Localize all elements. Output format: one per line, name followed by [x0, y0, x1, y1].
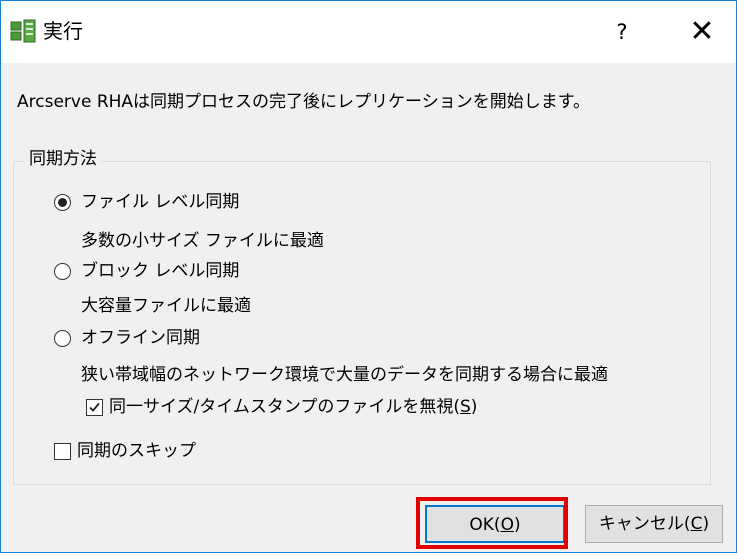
help-button[interactable]: ? [597, 9, 647, 55]
radio-label-file-level[interactable]: ファイル レベル同期 [81, 190, 239, 214]
radio-button[interactable] [54, 263, 71, 280]
app-icon [10, 19, 36, 43]
radio-label-block-level[interactable]: ブロック レベル同期 [81, 259, 239, 283]
ignore-same-files-label[interactable]: 同一サイズ/タイムスタンプのファイルを無視(S) [109, 395, 477, 419]
offline-description: 狭い帯域幅のネットワーク環境で大量のデータを同期する場合に最適 [81, 365, 608, 385]
run-dialog: 実行 ? ✕ Arcserve RHAは同期プロセスの完了後にレプリケーションを… [0, 0, 737, 553]
close-button[interactable]: ✕ [674, 9, 730, 55]
description-text: Arcserve RHAは同期プロセスの完了後にレプリケーションを開始します。 [17, 92, 591, 112]
close-icon: ✕ [689, 14, 715, 49]
radio-label-offline[interactable]: オフライン同期 [81, 326, 200, 350]
ok-button[interactable]: OK(O) [425, 505, 565, 543]
window-title: 実行 [43, 19, 83, 43]
sync-method-legend: 同期方法 [25, 146, 101, 172]
title-bar: 実行 ? ✕ [1, 1, 736, 63]
skip-sync-label[interactable]: 同期のスキップ [77, 439, 196, 463]
checkbox-box[interactable] [54, 443, 71, 460]
block-level-description: 大容量ファイルに最適 [81, 296, 251, 316]
checkmark-icon [89, 402, 100, 412]
radio-button[interactable] [54, 330, 71, 347]
cancel-button[interactable]: キャンセル(C) [585, 505, 723, 543]
file-level-description: 多数の小サイズ ファイルに最適 [81, 231, 324, 251]
checkbox-box[interactable] [86, 399, 103, 416]
radio-button[interactable] [54, 194, 71, 211]
